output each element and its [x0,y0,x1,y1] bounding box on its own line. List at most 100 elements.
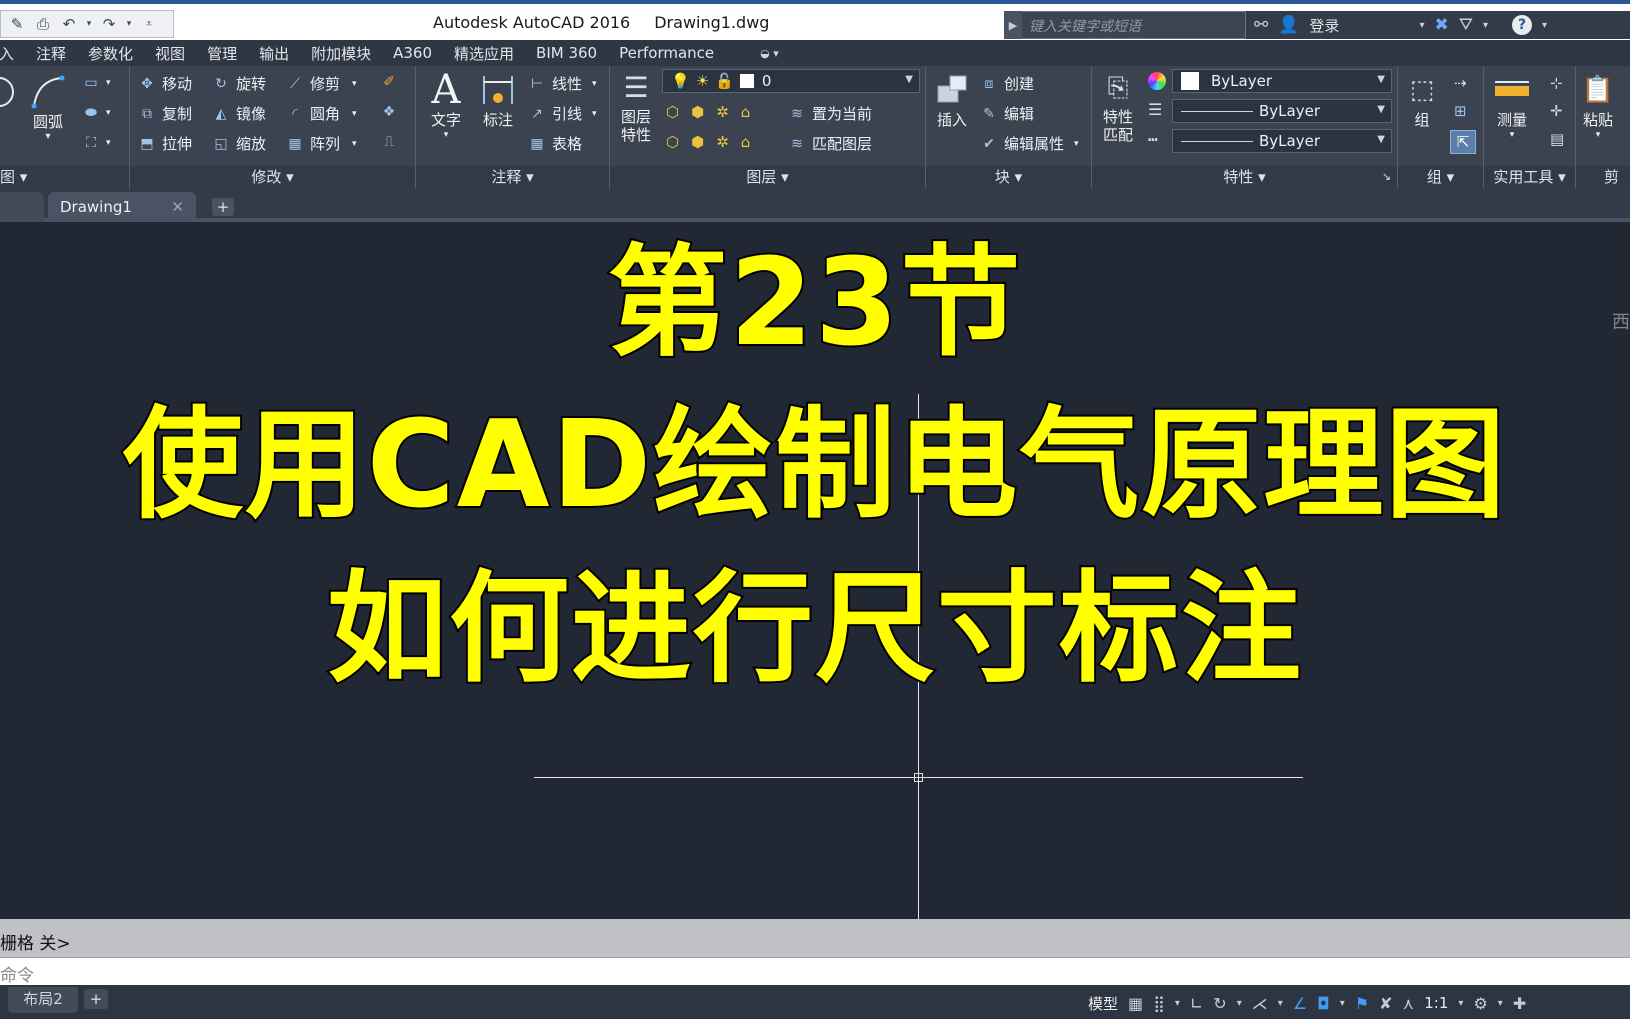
a360-dropdown-icon[interactable]: ▾ [1483,20,1488,31]
dimension-tool[interactable]: 标注 [478,70,518,130]
table-tool[interactable]: ▦ 表格 [528,133,582,154]
offset-tool[interactable]: ⎍ [380,133,398,151]
tab-layout2[interactable]: 布局2 [8,987,78,1013]
utilities-panel-title[interactable]: 实用工具 ▾ [1484,166,1575,188]
viewcube-west-label[interactable]: 西 [1612,308,1630,334]
group-panel-title[interactable]: 组 ▾ [1398,166,1483,188]
snap-dropdown-icon[interactable]: ▾ [1175,998,1180,1009]
panel-launcher-icon[interactable]: ↘ [1382,166,1391,188]
customize-qat-icon[interactable]: ⩡ [139,14,159,34]
erase-tool[interactable]: ✐ [380,73,398,91]
annotation-panel-title[interactable]: 注释 ▾ [416,166,609,188]
edit-block-tool[interactable]: ✎ 编辑 [980,103,1034,124]
workspace-dropdown-icon[interactable]: ▾ [1498,998,1503,1009]
command-input[interactable]: 命令 [0,957,1630,986]
layer-dropdown[interactable]: 💡 ☀ 🔓 0 ▼ [662,69,920,93]
close-tab-icon[interactable]: ✕ [171,198,184,216]
tab-output[interactable]: 输出 [259,43,289,64]
user-icon[interactable]: 👤 [1278,15,1299,35]
save-as-icon[interactable]: ✎ [7,14,27,34]
trim-tool[interactable]: ⟋ 修剪 ▾ [286,73,356,94]
tab-manage[interactable]: 管理 [207,43,237,64]
undo-icon[interactable]: ↶ [59,14,79,34]
stretch-tool[interactable]: ⬒ 拉伸 [138,133,192,154]
quick-select-icon[interactable]: ⊹ [1550,74,1563,92]
fillet-tool[interactable]: ◜ 圆角 ▾ [286,103,356,124]
start-tab[interactable] [0,192,44,222]
drawing-canvas[interactable]: 第23节 使用CAD绘制电气原理图 如何进行尺寸标注 西 [0,222,1630,919]
redo-dropdown-icon[interactable]: ▾ [125,14,133,34]
grid-icon[interactable]: ▦ [1128,994,1143,1013]
snap-icon[interactable]: ⣿ [1153,994,1165,1013]
layer-unlock-icon[interactable]: ⌂ [741,133,751,151]
lineweight-dropdown[interactable]: ByLayer ▼ [1172,129,1392,153]
search-input[interactable]: 键入关键字或短语 [1004,11,1246,39]
redo-icon[interactable]: ↷ [99,14,119,34]
layer-isolate-icon[interactable]: ⬢ [691,103,704,121]
osnap-dropdown-icon[interactable]: ▾ [1340,998,1345,1009]
tab-annotate[interactable]: 注释 [36,43,66,64]
scale-dropdown-icon[interactable]: ▾ [1458,998,1463,1009]
help-dropdown-icon[interactable]: ▾ [1542,20,1547,31]
layer-lock-icon[interactable]: ⌂ [741,103,751,121]
modify-panel-title[interactable]: 修改 ▾ [130,166,415,188]
arc-dropdown-icon[interactable]: ▾ [45,132,50,142]
edit-attributes-tool[interactable]: ✔ 编辑属性 ▾ [980,133,1078,154]
annotation-scale-value[interactable]: 1:1 [1424,994,1448,1012]
tab-featured-apps[interactable]: 精选应用 [454,43,514,64]
rotate-tool[interactable]: ↻ 旋转 [212,73,266,94]
move-tool[interactable]: ✥ 移动 [138,73,192,94]
group-select-icon[interactable]: ⇱ [1450,130,1476,154]
leader-tool[interactable]: ↗ 引线 ▾ [528,103,596,124]
tab-parametric[interactable]: 参数化 [88,43,133,64]
tab-a360[interactable]: A360 [393,44,432,62]
copy-tool[interactable]: ⧉ 复制 [138,103,192,124]
tab-addins[interactable]: 附加模块 [311,43,371,64]
measure-tool[interactable]: 测量 ▾ [1492,70,1532,140]
login-dropdown-icon[interactable]: ▾ [1419,20,1424,31]
undo-dropdown-icon[interactable]: ▾ [85,14,93,34]
new-layout-button[interactable]: + [84,989,108,1009]
layer-freeze-icon[interactable]: ✲ [716,103,729,121]
color-dropdown[interactable]: ByLayer ▼ [1172,69,1392,93]
array-tool[interactable]: ▦ 阵列 ▾ [286,133,356,154]
mirror-tool[interactable]: ◭ 镜像 [212,103,266,124]
polar-icon[interactable]: ↻ [1213,994,1226,1013]
layer-thaw-icon[interactable]: ✲ [716,133,729,151]
ortho-icon[interactable]: ∟ [1190,994,1203,1013]
point-icon[interactable]: ✛ [1550,102,1563,120]
group-tool[interactable]: ⬚ 组 [1402,70,1442,130]
match-properties-tool[interactable]: ⎘ 特性 匹配 [1098,68,1138,144]
auto-scale-icon[interactable]: ✘ [1379,994,1392,1013]
login-link[interactable]: 登录 [1309,15,1339,36]
clipboard-panel-title[interactable]: 剪贴 [1576,166,1630,208]
hatch-tool[interactable]: ⬬ ▾ [82,104,111,122]
layers-panel-title[interactable]: 图层 ▾ [610,166,925,188]
linear-dim-tool[interactable]: ⊢ 线性 ▾ [528,73,597,94]
match-layer-tool[interactable]: ≋ 匹配图层 [788,133,872,154]
linetype-dropdown[interactable]: ByLayer ▼ [1172,99,1392,123]
paste-tool[interactable]: 📋 粘贴 ▾ [1578,70,1618,140]
print-icon[interactable]: ⎙ [33,14,53,34]
tab-drawing1[interactable]: Drawing1 ✕ [48,192,196,222]
calculator-icon[interactable]: ▤ [1550,130,1564,148]
layer-off-icon[interactable]: ⬡ [666,103,679,121]
tab-bim360[interactable]: BIM 360 [536,44,597,62]
a360-icon[interactable]: ⛛ [1459,15,1473,35]
object-snap-icon[interactable]: ◘ [1317,994,1330,1013]
set-current-tool[interactable]: ≋ 置为当前 [788,103,872,124]
isodraft-icon[interactable]: ⋌ [1252,994,1268,1013]
new-tab-button[interactable]: + [212,198,234,216]
insert-block-tool[interactable]: 插入 [932,70,972,130]
properties-panel-title[interactable]: 特性 ▾ ↘ [1092,166,1397,188]
annotation-scale-icon[interactable]: ⋏ [1403,994,1415,1013]
annotation-visibility-icon[interactable]: ⚑ [1355,994,1369,1013]
binoculars-icon[interactable]: ⚯ [1254,15,1268,35]
model-space-button[interactable]: 模型 [1088,993,1118,1014]
search-expand-icon[interactable]: ▶ [1004,11,1022,39]
tab-performance[interactable]: Performance [619,44,714,62]
group-edit-icon[interactable]: ⊞ [1454,102,1467,120]
circle-tool[interactable] [0,72,26,112]
isodraft-dropdown-icon[interactable]: ▾ [1278,998,1283,1009]
help-icon[interactable]: ? [1512,15,1533,35]
